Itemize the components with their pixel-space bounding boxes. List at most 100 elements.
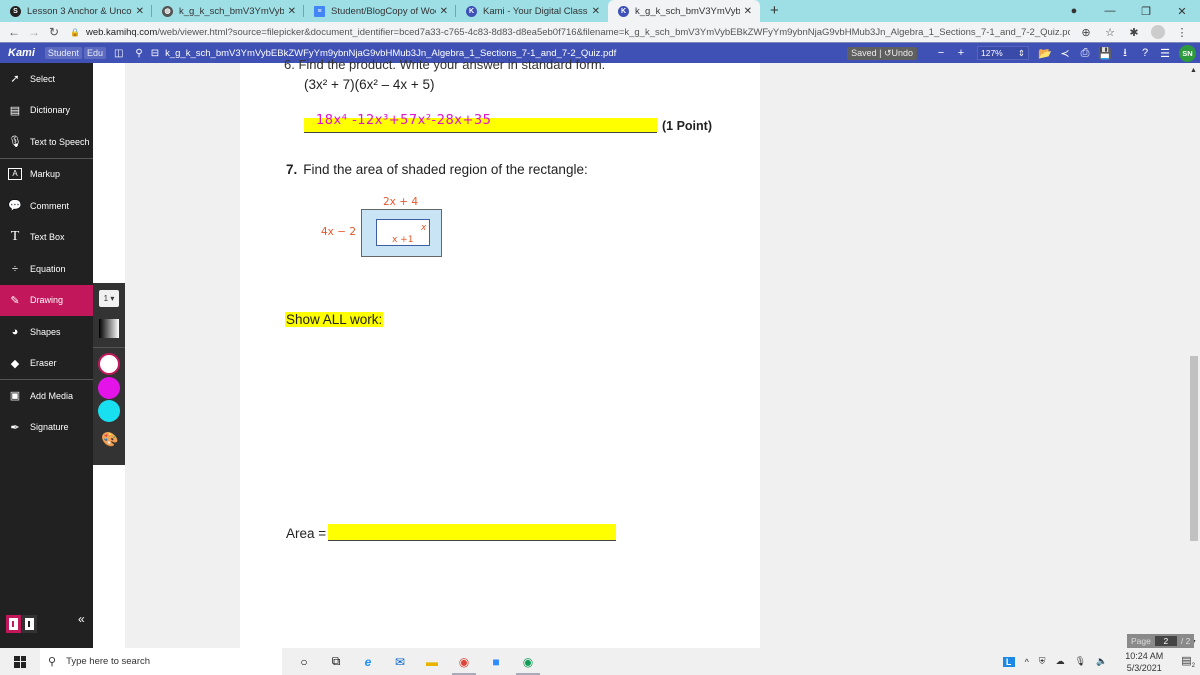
minimize-button[interactable]: — bbox=[1092, 5, 1128, 17]
color-swatch-cyan[interactable] bbox=[98, 400, 120, 422]
close-tab-icon[interactable]: ✕ bbox=[136, 6, 144, 17]
zoom-out-button[interactable]: − bbox=[931, 47, 951, 59]
url-field[interactable]: 🔒 web.kamihq.com/web/viewer.html?source=… bbox=[70, 23, 1070, 41]
sidebar-item-text-box[interactable]: T Text Box bbox=[0, 222, 93, 254]
start-button[interactable] bbox=[0, 655, 40, 668]
close-tab-icon[interactable]: ✕ bbox=[592, 6, 600, 17]
show-work-label: Show ALL work: bbox=[285, 312, 384, 327]
color-swatch-white[interactable] bbox=[98, 353, 120, 375]
zoom-in-button[interactable]: + bbox=[951, 47, 971, 59]
chrome-icon[interactable]: ◉ bbox=[448, 648, 480, 675]
back-button[interactable]: ← bbox=[4, 25, 24, 39]
area-answer-blank[interactable] bbox=[328, 524, 616, 541]
onedrive-cloud-icon[interactable]: ☁ bbox=[1056, 656, 1065, 667]
sidebar-item-eraser[interactable]: ◆ Eraser bbox=[0, 348, 93, 380]
color-swatch-magenta[interactable] bbox=[98, 377, 120, 399]
mail-icon[interactable]: ✉ bbox=[384, 648, 416, 675]
notifications-icon[interactable]: ▤2 bbox=[1181, 654, 1195, 669]
l-app-icon[interactable]: L bbox=[1002, 656, 1015, 667]
single-page-view-button[interactable] bbox=[6, 615, 21, 633]
comment-icon: 💬 bbox=[8, 200, 22, 213]
vertical-scrollbar[interactable]: ▲ ▼ bbox=[1188, 63, 1200, 648]
sidebar-item-text-to-speech[interactable]: 🎙 Text to Speech bbox=[0, 126, 93, 158]
search-icon: ⚲ bbox=[48, 656, 57, 668]
sidebar-item-label: Signature bbox=[30, 422, 69, 433]
new-tab-button[interactable]: + bbox=[770, 2, 779, 22]
sidebar-item-drawing[interactable]: ✎ Drawing bbox=[0, 284, 93, 316]
media-control-icon[interactable]: ● bbox=[1056, 5, 1092, 17]
download-icon[interactable]: ⭳ bbox=[1115, 44, 1135, 63]
save-icon[interactable]: 💾 bbox=[1095, 47, 1115, 60]
handwritten-answer[interactable]: 18x⁴ -12x³+57x²-28x+35 bbox=[316, 113, 491, 128]
reload-button[interactable]: ↻ bbox=[44, 25, 64, 39]
close-tab-icon[interactable]: ✕ bbox=[440, 6, 448, 17]
browser-tab[interactable]: ◍ k_g_k_sch_bmV3YmVybEBkZWFy ✕ bbox=[152, 0, 304, 22]
sidebar-item-shapes[interactable]: ◕ Shapes bbox=[0, 316, 93, 348]
speech-icon: 🎙 bbox=[8, 136, 22, 149]
browser-tab-active[interactable]: K k_g_k_sch_bmV3YmVybEBkZWFy ✕ bbox=[608, 0, 760, 22]
palette-icon[interactable]: 🎨 bbox=[101, 431, 118, 448]
browser-menu-icon[interactable]: ⋮ bbox=[1170, 26, 1194, 39]
sidebar-item-comment[interactable]: 💬 Comment bbox=[0, 190, 93, 222]
collapse-sidebar-button[interactable]: « bbox=[78, 612, 85, 626]
show-hidden-icons-chevron-icon[interactable]: ^ bbox=[1025, 657, 1029, 667]
bookmark-star-icon[interactable]: ☆ bbox=[1098, 26, 1122, 39]
url-host: web.kamihq.com bbox=[85, 26, 158, 38]
close-tab-icon[interactable]: ✕ bbox=[744, 6, 752, 17]
clock[interactable]: 10:24 AM 5/3/2021 bbox=[1120, 650, 1168, 674]
forward-button[interactable]: → bbox=[24, 25, 44, 39]
taskbar-search-input[interactable]: ⚲ Type here to search bbox=[40, 648, 282, 675]
sidebar-item-dictionary[interactable]: ▤ Dictionary bbox=[0, 95, 93, 127]
file-explorer-icon[interactable]: ▬ bbox=[416, 648, 448, 675]
page-number-input[interactable]: 2 bbox=[1154, 636, 1177, 646]
scrollbar-thumb[interactable] bbox=[1190, 356, 1198, 541]
scroll-up-arrow-icon[interactable]: ▲ bbox=[1190, 67, 1197, 74]
brush-size-value: 1 bbox=[103, 294, 109, 303]
two-page-view-button[interactable] bbox=[22, 615, 37, 633]
close-tab-icon[interactable]: ✕ bbox=[288, 6, 296, 17]
brush-size-dropdown[interactable]: 1 ▾ bbox=[99, 290, 119, 307]
help-icon[interactable]: ? bbox=[1135, 47, 1155, 59]
microphone-icon[interactable]: 🎙 bbox=[1075, 656, 1086, 667]
sidebar-item-add-media[interactable]: ▣ Add Media bbox=[0, 380, 93, 412]
share-icon[interactable]: ≺ bbox=[1055, 47, 1075, 60]
restore-button[interactable]: ❐ bbox=[1128, 5, 1164, 18]
document-icon: ⊟ bbox=[150, 47, 160, 59]
question-7-text: Find the area of shaded region of the re… bbox=[303, 162, 588, 177]
close-window-button[interactable]: ✕ bbox=[1164, 5, 1200, 18]
volume-icon[interactable]: 🔈 bbox=[1096, 656, 1107, 667]
zoom-icon[interactable]: ■ bbox=[480, 648, 512, 675]
browser-tab[interactable]: ≡ Student/BlogCopy of Woodworth ✕ bbox=[304, 0, 456, 22]
menu-icon[interactable]: ☰ bbox=[1155, 47, 1175, 60]
book-icon: ▤ bbox=[9, 104, 21, 117]
sidebar-toggle-icon[interactable]: ◫ bbox=[114, 48, 123, 59]
install-app-icon[interactable]: ⊕ bbox=[1074, 26, 1098, 39]
notification-count: 2 bbox=[1191, 663, 1195, 670]
chrome-profile-icon[interactable]: ◉ bbox=[512, 648, 544, 675]
security-icon[interactable]: ⛨ bbox=[1039, 656, 1046, 667]
kami-logo: Kami bbox=[8, 47, 35, 59]
sidebar-item-label: Dictionary bbox=[30, 105, 71, 116]
view-mode-toggle bbox=[6, 615, 38, 633]
sidebar-item-label: Text Box bbox=[30, 232, 65, 243]
sidebar-item-signature[interactable]: ✒ Signature bbox=[0, 412, 93, 444]
user-avatar[interactable]: SN bbox=[1179, 44, 1196, 62]
browser-tab[interactable]: S Lesson 3 Anchor & Uncover | Sch ✕ bbox=[0, 0, 152, 22]
edge-icon[interactable]: e bbox=[352, 648, 384, 675]
undo-button[interactable]: Undo bbox=[891, 48, 913, 58]
browser-tab[interactable]: K Kami - Your Digital Classroom He ✕ bbox=[456, 0, 608, 22]
cortana-icon[interactable]: ○ bbox=[288, 648, 320, 675]
area-label: Area = bbox=[286, 526, 327, 541]
sidebar-item-equation[interactable]: ÷ Equation bbox=[0, 253, 93, 285]
opacity-gradient-swatch[interactable] bbox=[99, 319, 119, 338]
zoom-level-select[interactable]: 127% ⇕ bbox=[977, 46, 1029, 60]
profile-avatar[interactable] bbox=[1151, 25, 1165, 39]
print-icon[interactable]: ⎙ bbox=[1075, 47, 1095, 60]
search-icon[interactable]: ⚲ bbox=[135, 48, 142, 59]
open-folder-icon[interactable]: 📂 bbox=[1035, 47, 1055, 60]
task-view-icon[interactable]: ⧉ bbox=[320, 648, 352, 675]
sidebar-item-markup[interactable]: A Markup bbox=[0, 159, 93, 191]
sidebar-item-select[interactable]: ➚ Select bbox=[0, 63, 93, 95]
sidebar-item-label: Shapes bbox=[30, 326, 61, 337]
extensions-icon[interactable]: ✱ bbox=[1122, 26, 1146, 39]
